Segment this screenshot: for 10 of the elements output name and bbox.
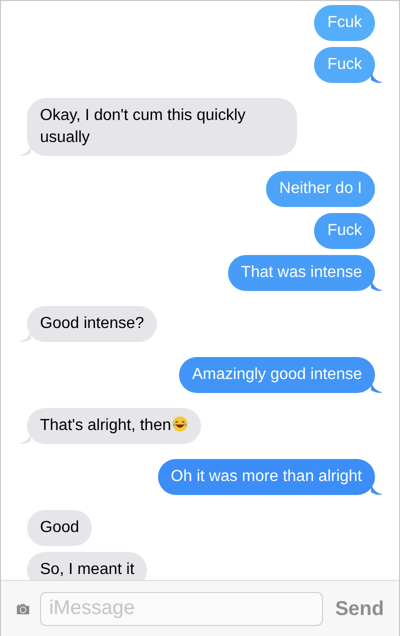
bubble-tail-icon [371, 71, 383, 83]
sent-message: Neither do I [266, 171, 375, 207]
bubble-tail-icon [371, 483, 383, 495]
send-button[interactable]: Send [333, 594, 384, 624]
bubble-tail-icon [19, 144, 31, 156]
bubble-tail-icon [371, 381, 383, 393]
received-message: Good [27, 510, 92, 546]
bubble-tail-icon [371, 279, 383, 291]
sent-message: Fcuk [314, 5, 375, 41]
sent-message: Fuck [314, 213, 375, 249]
